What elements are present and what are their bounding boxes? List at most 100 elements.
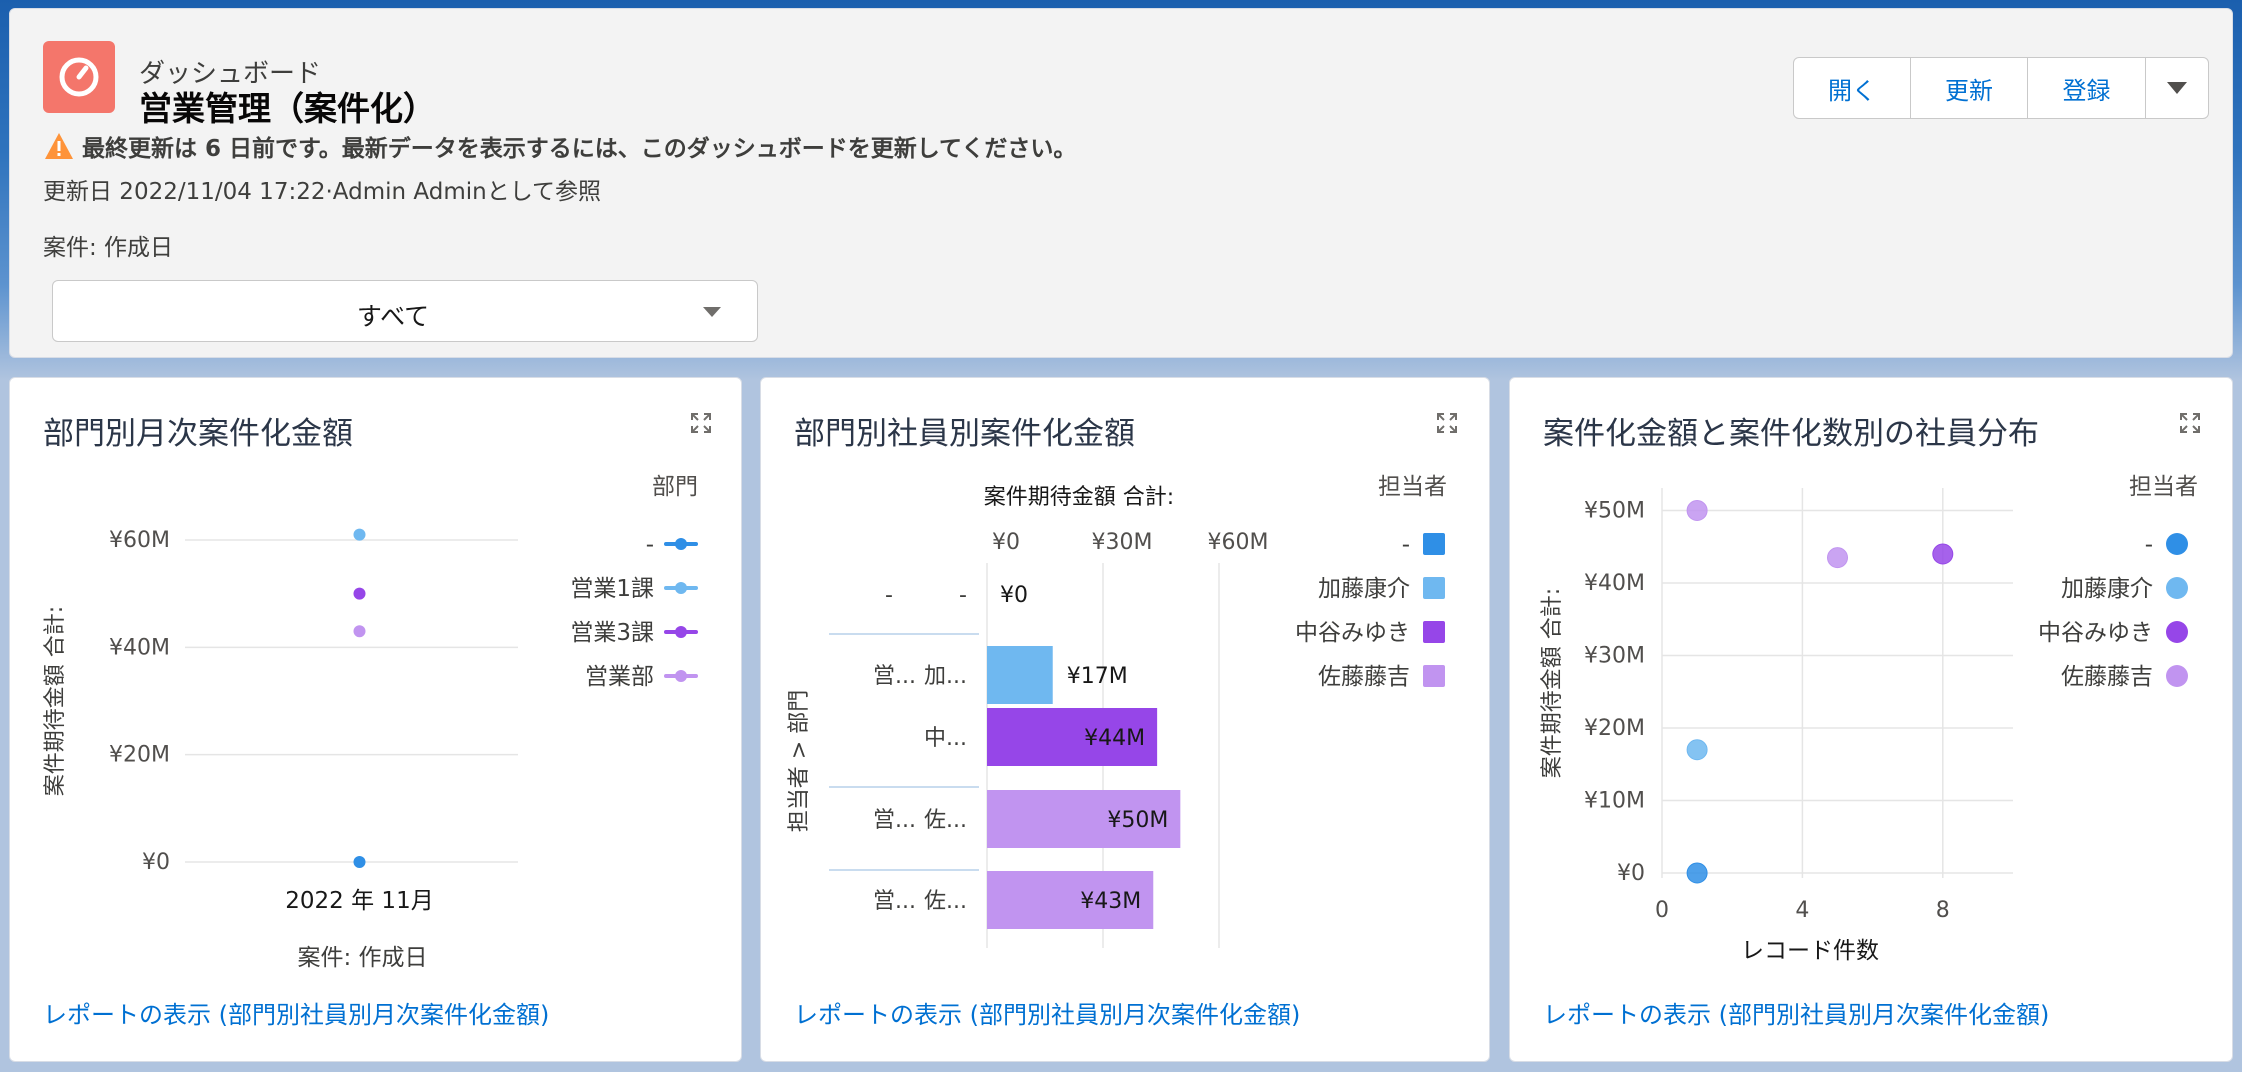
legend-marker-1 [1423, 577, 1445, 599]
row-person-label: 加... [924, 664, 967, 689]
legend-label-0: - [1402, 532, 1410, 558]
y-tick-label: ¥0 [142, 850, 170, 875]
legend-marker-2 [2166, 621, 2188, 643]
view-report-link[interactable]: レポートの表示 (部門別社員別月次案件化金額) [43, 995, 549, 1030]
x-axis-title: 案件: 作成日 [297, 945, 427, 971]
legend-label-1: 営業1課 [570, 576, 654, 602]
row-dept-label: - [885, 583, 893, 608]
page-title: 営業管理（案件化） [139, 89, 436, 128]
view-report-link[interactable]: レポートの表示 (部門別社員別月次案件化金額) [1543, 995, 2049, 1030]
open-button[interactable]: 開く [1794, 58, 1911, 118]
legend-label-2: 中谷みゆき [1295, 620, 1410, 646]
legend-label-0: - [646, 532, 654, 558]
data-point-1 [353, 528, 366, 541]
chevron-down-icon [2167, 82, 2187, 94]
legend-marker-2 [1423, 621, 1445, 643]
legend-label-2: 中谷みゆき [2038, 620, 2153, 646]
legend-marker-0 [1423, 533, 1445, 555]
data-point-0 [353, 856, 366, 868]
legend-marker-0 [675, 538, 687, 550]
legend-marker-3 [2166, 665, 2188, 687]
legend-label-3: 佐藤藤吉 [2061, 664, 2153, 690]
stale-data-warning: 最終更新は 6 日前です。最新データを表示するには、このダッシュボードを更新して… [44, 129, 1076, 163]
widget-monthly-by-dept: 部門別月次案件化金額 ¥0 ¥20M ¥40M ¥60M 2022 年 11月 案件: 作… [9, 377, 742, 1062]
legend-label-0: - [2145, 532, 2153, 558]
data-label-3: ¥50M [1107, 808, 1168, 833]
data-point-3-1 [1827, 547, 1848, 569]
legend-title: 部門 [652, 474, 698, 500]
chevron-down-icon [703, 307, 721, 317]
y-tick-label: ¥20M [1584, 716, 1645, 741]
legend-label-1: 加藤康介 [2061, 576, 2153, 602]
legend-label-3: 営業部 [585, 664, 654, 690]
data-point-2 [353, 587, 366, 600]
row-dept-label: 営... [873, 808, 916, 833]
row-dept-label: 営... [873, 664, 916, 689]
data-label-1: ¥17M [1067, 664, 1128, 689]
row-dept-label: 営... [873, 889, 916, 914]
y-tick-label: ¥50M [1584, 499, 1645, 524]
legend-marker-1 [675, 582, 687, 594]
legend-label-1: 加藤康介 [1318, 576, 1410, 602]
view-report-link[interactable]: レポートの表示 (部門別社員別月次案件化金額) [794, 995, 1300, 1030]
row-person-label: - [959, 583, 967, 608]
row-person-label: 佐... [924, 889, 967, 914]
widget-person-distribution: 案件化金額と案件化数別の社員分布 ¥0 ¥10M ¥20M ¥30M ¥40M ¥50M 0… [1509, 377, 2233, 1062]
legend-marker-0 [2166, 533, 2188, 555]
y-tick-label: ¥30M [1584, 644, 1645, 669]
filter-value: すべて [356, 302, 430, 331]
data-point-3 [353, 625, 366, 638]
refresh-button[interactable]: 更新 [1911, 58, 2028, 118]
legend-marker-2 [675, 626, 687, 638]
y-tick-label: ¥40M [109, 635, 170, 660]
date-filter-dropdown[interactable]: すべて [52, 280, 758, 342]
y-tick-label: ¥40M [1584, 571, 1645, 596]
y-axis-title: 担当者 > 部門 [787, 690, 812, 832]
chart-person-distribution: ¥0 ¥10M ¥20M ¥30M ¥40M ¥50M 0 4 8 レコード件数 案件期待金額 合計… [1540, 474, 2198, 964]
x-tick-label: 8 [1936, 898, 1950, 923]
legend-label-3: 佐藤藤吉 [1318, 664, 1410, 690]
widget-by-dept-person: 部門別社員別案件化金額 案件期待金額 合計: ¥0 ¥30M ¥60M 担当者 > 部門… [760, 377, 1490, 1062]
header-actions: 開く 更新 登録 [1793, 57, 2209, 119]
y-tick-label: ¥0 [1617, 861, 1645, 886]
legend-title: 担当者 [1378, 474, 1447, 500]
x-tick-label: 0 [1655, 898, 1669, 923]
x-tick-label: 4 [1795, 898, 1809, 923]
warning-icon [45, 133, 73, 159]
y-axis-title: 案件期待金額 合計: [43, 606, 68, 796]
data-label-0: ¥0 [1000, 583, 1028, 608]
data-point-2-0 [1932, 543, 1954, 565]
x-tick-label: ¥60M [1208, 530, 1269, 555]
data-point-1-0 [1686, 739, 1708, 761]
x-axis-title: レコード件数 [1741, 938, 1879, 964]
dashboard-gauge-icon [43, 41, 115, 113]
row-person-label: 佐... [924, 808, 967, 833]
chart-by-dept-person: 案件期待金額 合計: ¥0 ¥30M ¥60M 担当者 > 部門 - - ¥0 営... 加...… [787, 474, 1447, 948]
x-axis-title: 案件期待金額 合計: [984, 485, 1174, 510]
x-tick-label: 2022 年 11月 [285, 888, 433, 914]
legend-label-2: 営業3課 [570, 620, 654, 646]
y-axis-title: 案件期待金額 合計: [1540, 588, 1565, 778]
x-tick-label: ¥0 [992, 530, 1020, 555]
dashboard-header: ダッシュボード 営業管理（案件化） 最終更新は 6 日前です。最新データを表示す… [9, 8, 2233, 358]
chart-monthly-by-dept: ¥0 ¥20M ¥40M ¥60M 2022 年 11月案件: 作成日 案件期待金額 合計… [43, 474, 698, 971]
data-point-3-0 [1686, 500, 1708, 521]
y-tick-label: ¥10M [1584, 789, 1645, 814]
warning-text: 最終更新は 6 日前です。最新データを表示するには、このダッシュボードを更新して… [82, 136, 1077, 162]
row-person-label: 中... [924, 726, 967, 751]
bar-1 [987, 646, 1053, 704]
legend-marker-3 [675, 670, 687, 682]
legend-marker-3 [1423, 665, 1445, 687]
data-point-0-0 [1686, 862, 1708, 884]
last-updated-info: 更新日 2022/11/04 17:22·Admin Adminとして参照 [43, 179, 602, 205]
more-actions-button[interactable] [2146, 58, 2208, 118]
subscribe-button[interactable]: 登録 [2028, 58, 2146, 118]
x-tick-label: ¥30M [1092, 530, 1153, 555]
legend-marker-1 [2166, 577, 2188, 599]
legend-title: 担当者 [2129, 474, 2198, 500]
y-tick-label: ¥20M [109, 743, 170, 768]
y-tick-label: ¥60M [109, 528, 170, 553]
data-label-4: ¥43M [1080, 889, 1141, 914]
data-label-2: ¥44M [1084, 726, 1145, 751]
filter-label: 案件: 作成日 [43, 235, 174, 261]
